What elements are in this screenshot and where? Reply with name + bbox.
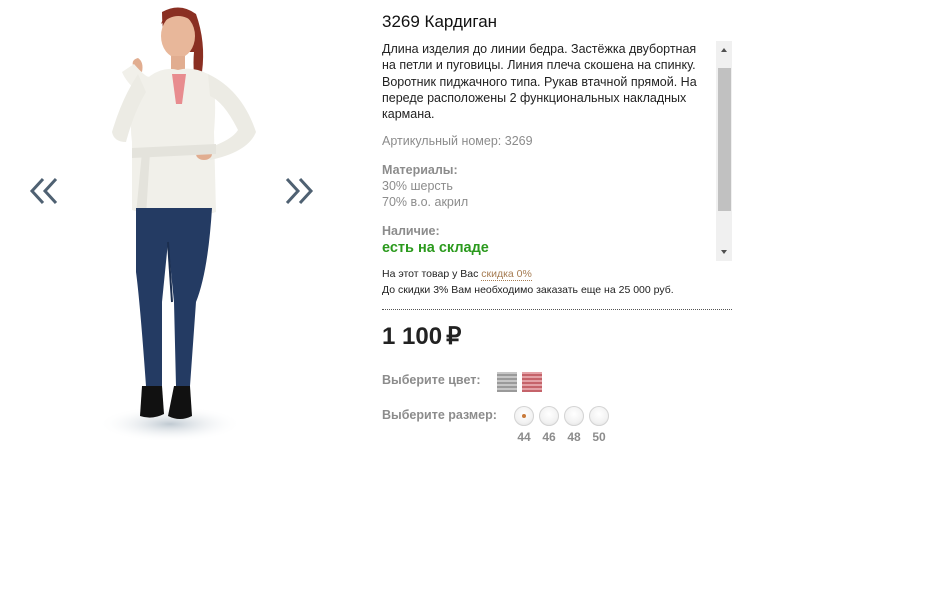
price-value: 1 100 <box>382 323 443 350</box>
prev-image-button[interactable] <box>28 176 62 206</box>
color-swatch-pink[interactable] <box>522 372 542 392</box>
size-label-50: 50 <box>592 430 606 444</box>
size-radio-48[interactable] <box>564 406 584 426</box>
color-swatch-gray[interactable] <box>497 372 517 392</box>
material-item: 70% в.о. акрил <box>382 195 469 210</box>
discount-text: На этот товар у Вас <box>382 268 479 280</box>
materials-label: Материалы: <box>382 162 458 177</box>
currency-symbol: ₽ <box>446 323 462 350</box>
discount-info: На этот товар у Вас скидка 0% <box>382 268 532 281</box>
size-radio-50[interactable] <box>589 406 609 426</box>
scrollbar-thumb[interactable] <box>718 68 731 211</box>
scroll-down-arrow-icon[interactable] <box>716 245 732 259</box>
next-discount-info: До скидки 3% Вам необходимо заказать еще… <box>382 284 674 296</box>
product-photo <box>92 2 272 448</box>
materials-section: Материалы: 30% шерсть 70% в.о. акрил <box>382 162 710 211</box>
availability-label: Наличие: <box>382 223 440 238</box>
product-title: 3269 Кардиган <box>382 12 498 31</box>
price: 1 100 ₽ <box>382 322 461 351</box>
discount-link[interactable]: скидка 0% <box>481 268 532 281</box>
product-description: Длина изделия до линии бедра. Застёжка д… <box>382 42 697 122</box>
availability-section: Наличие: есть на складе <box>382 223 710 257</box>
size-label-48: 48 <box>567 430 581 444</box>
double-chevron-left-icon <box>29 177 58 205</box>
size-label: Выберите размер: <box>382 408 497 422</box>
size-label-44: 44 <box>517 430 531 444</box>
color-label: Выберите цвет: <box>382 373 481 387</box>
sku-text: Артикульный номер: 3269 <box>382 134 533 149</box>
product-description-content: Длина изделия до линии бедра. Застёжка д… <box>382 41 710 256</box>
size-radio-46[interactable] <box>539 406 559 426</box>
next-image-button[interactable] <box>281 176 315 206</box>
size-radio-44[interactable] <box>514 406 534 426</box>
double-chevron-right-icon <box>285 177 314 205</box>
description-scrollbar[interactable] <box>716 41 732 261</box>
product-description-panel[interactable]: Длина изделия до линии бедра. Застёжка д… <box>382 41 732 261</box>
availability-status: есть на складе <box>382 239 489 256</box>
scroll-up-arrow-icon[interactable] <box>716 43 732 57</box>
selected-dot-icon <box>522 414 526 418</box>
size-label-46: 46 <box>542 430 556 444</box>
divider <box>382 309 732 310</box>
material-item: 30% шерсть <box>382 179 453 194</box>
